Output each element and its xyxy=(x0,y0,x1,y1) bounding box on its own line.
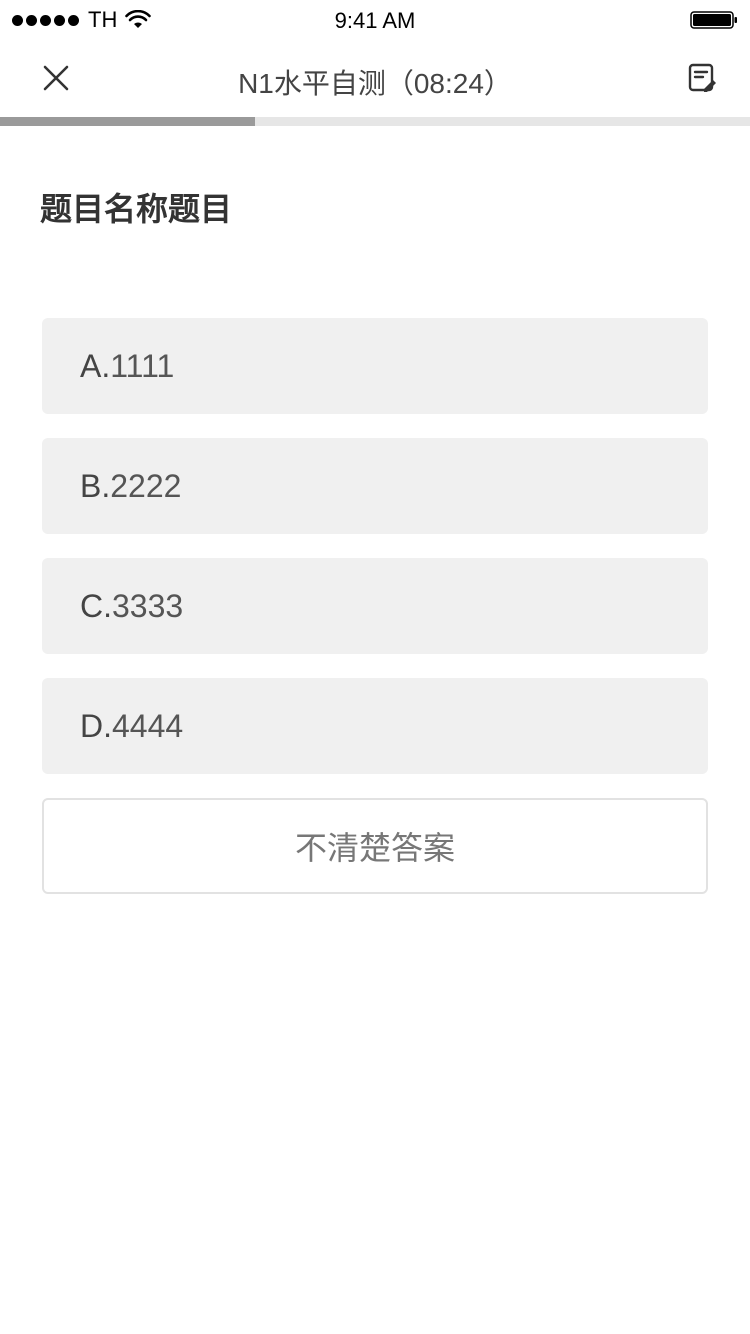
option-text: 3333 xyxy=(112,587,184,624)
nav-bar: N1水平自测（08:24） xyxy=(0,40,750,118)
option-b[interactable]: B. 2222 xyxy=(42,438,708,534)
option-d[interactable]: D. 4444 xyxy=(42,678,708,774)
answer-sheet-icon xyxy=(688,63,716,92)
page-title: N1水平自测（08:24） xyxy=(238,68,512,99)
option-a[interactable]: A. 1111 xyxy=(42,318,708,414)
question-title: 题目名称题目 xyxy=(40,191,233,227)
progress-bar xyxy=(0,117,750,126)
option-text: 2222 xyxy=(110,467,182,504)
option-letter: B. xyxy=(80,467,111,504)
options-list: A. 1111 B. 2222 C. 3333 D. 4444 不清楚答案 xyxy=(42,318,708,894)
status-bar: TH 9:41 AM xyxy=(0,0,750,40)
answer-sheet-button[interactable] xyxy=(676,52,728,104)
option-text: 1111 xyxy=(110,347,175,384)
status-time: 9:41 AM xyxy=(334,8,416,33)
unsure-answer-button[interactable]: 不清楚答案 xyxy=(42,798,708,894)
progress-fill xyxy=(0,117,255,126)
battery-icon xyxy=(690,11,737,29)
option-letter: C. xyxy=(80,587,112,624)
option-c[interactable]: C. 3333 xyxy=(42,558,708,654)
option-letter: D. xyxy=(80,707,112,744)
option-letter: A. xyxy=(80,347,111,384)
option-text: 4444 xyxy=(112,707,184,744)
